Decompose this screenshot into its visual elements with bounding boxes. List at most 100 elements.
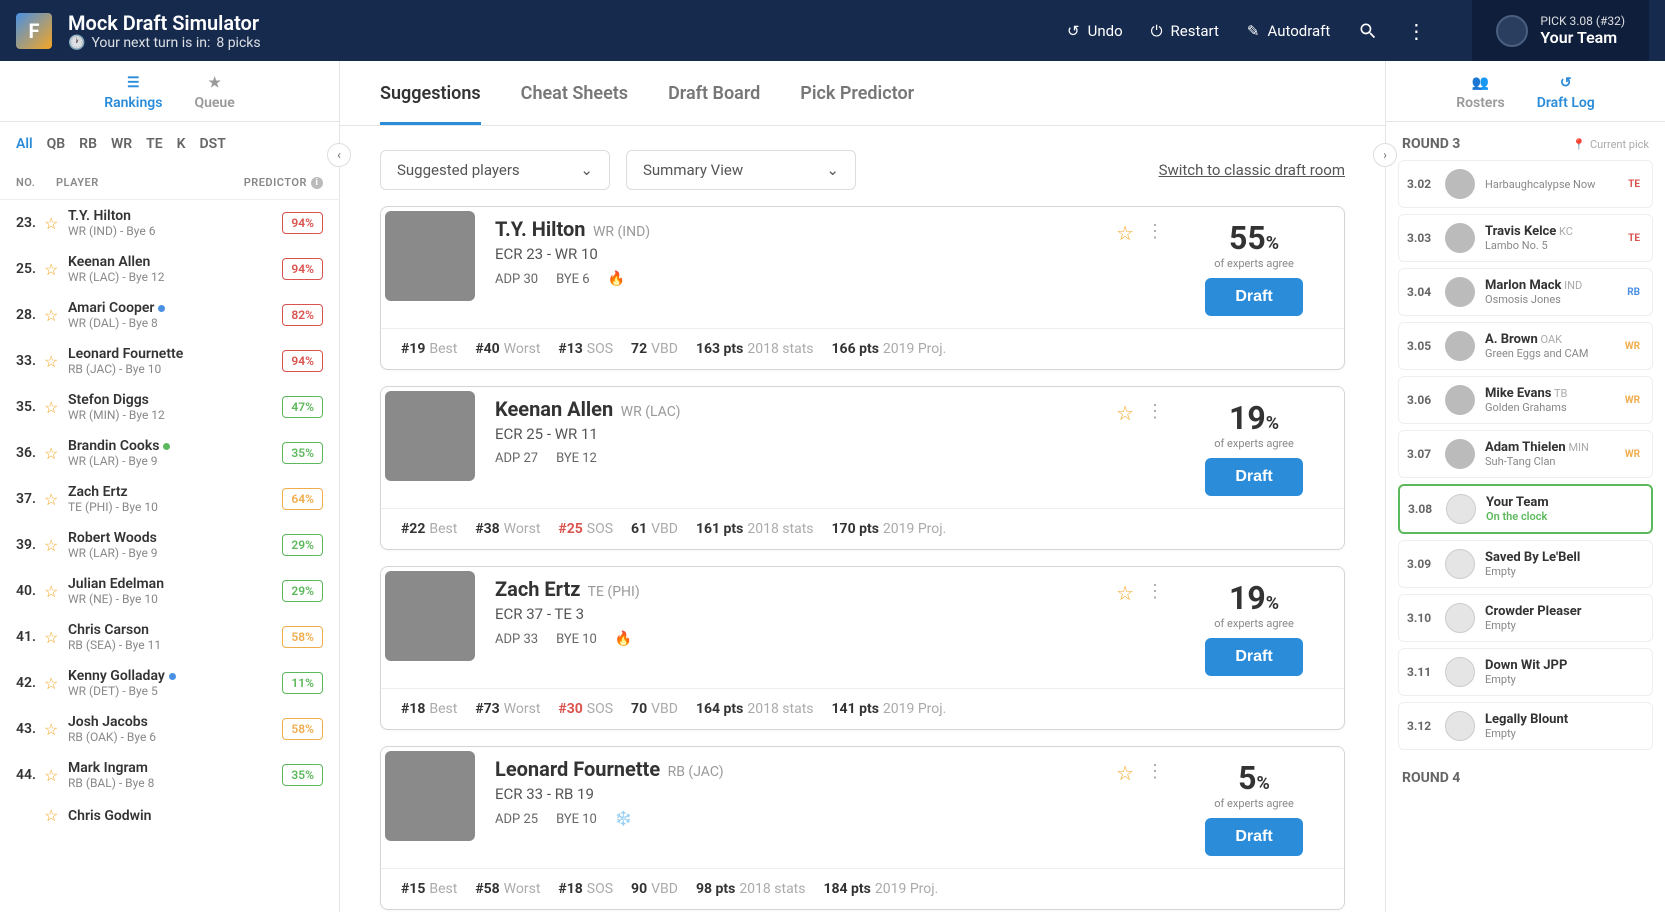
pick-player-name: Your Team (1486, 495, 1643, 510)
pick-row[interactable]: 3.07 Adam Thielen MIN Suh-Tang Clan WR (1398, 430, 1653, 478)
stat-item: 72VBD (631, 341, 678, 357)
player-row[interactable]: 25. ☆ Keenan Allen WR (LAC) - Bye 12 94% (0, 246, 339, 292)
predictor-badge: 29% (282, 534, 323, 556)
pick-row[interactable]: 3.06 Mike Evans TB Golden Grahams WR (1398, 376, 1653, 424)
player-row[interactable]: 40. ☆ Julian Edelman WR (NE) - Bye 10 29… (0, 568, 339, 614)
position-filter-wr[interactable]: WR (111, 136, 132, 152)
player-row[interactable]: 43. ☆ Josh Jacobs RB (OAK) - Bye 6 58% (0, 706, 339, 752)
draft-button[interactable]: Draft (1205, 818, 1302, 856)
current-pick-link[interactable]: 📍 Current pick (1572, 138, 1649, 151)
tab-pick-predictor[interactable]: Pick Predictor (800, 83, 914, 125)
collapse-left-button[interactable]: ‹ (327, 143, 351, 167)
tab-rosters[interactable]: 👥 Rosters (1456, 75, 1505, 111)
pick-row[interactable]: 3.02 Harbaughcalypse Now TE (1398, 160, 1653, 208)
pick-row[interactable]: 3.09 Saved By Le'Bell Empty (1398, 540, 1653, 588)
info-icon[interactable]: i (311, 177, 323, 189)
draft-log-panel: 👥 Rosters ↺ Draft Log ROUND 3 📍 Current … (1385, 61, 1665, 912)
player-row[interactable]: 42. ☆ Kenny Golladay WR (DET) - Bye 5 11… (0, 660, 339, 706)
pick-row[interactable]: 3.10 Crowder Pleaser Empty (1398, 594, 1653, 642)
card-menu-icon[interactable]: ⋮ (1146, 761, 1164, 782)
favorite-star-icon[interactable]: ☆ (44, 306, 64, 325)
pick-row[interactable]: 3.11 Down Wit JPP Empty (1398, 648, 1653, 696)
favorite-star-icon[interactable]: ☆ (44, 352, 64, 371)
player-meta: RB (BAL) - Bye 8 (68, 776, 282, 790)
position-filter-te[interactable]: TE (146, 136, 163, 152)
favorite-star-icon[interactable]: ☆ (1116, 581, 1134, 605)
player-rank: 44. (16, 767, 44, 783)
card-menu-icon[interactable]: ⋮ (1146, 401, 1164, 422)
tab-queue[interactable]: ★ Queue (194, 75, 234, 111)
tab-cheat-sheets[interactable]: Cheat Sheets (521, 83, 628, 125)
view-dropdown[interactable]: Summary View ⌄ (626, 150, 856, 190)
card-menu-icon[interactable]: ⋮ (1146, 221, 1164, 242)
favorite-star-icon[interactable]: ☆ (44, 628, 64, 647)
suggested-players-dropdown[interactable]: Suggested players ⌄ (380, 150, 610, 190)
pick-number: 3.06 (1407, 393, 1435, 407)
favorite-star-icon[interactable]: ☆ (44, 536, 64, 555)
undo-button[interactable]: ↺ Undo (1067, 22, 1123, 40)
pick-row[interactable]: 3.05 A. Brown OAK Green Eggs and CAM WR (1398, 322, 1653, 370)
pick-row[interactable]: 3.03 Travis Kelce KC Lambo No. 5 TE (1398, 214, 1653, 262)
position-filter-all[interactable]: All (16, 136, 33, 152)
player-row[interactable]: 36. ☆ Brandin Cooks WR (LAR) - Bye 9 35% (0, 430, 339, 476)
pick-avatar (1445, 169, 1475, 199)
position-filter-dst[interactable]: DST (200, 136, 226, 152)
tab-rankings[interactable]: ☰ Rankings (104, 75, 162, 111)
player-row[interactable]: ☆ Chris Godwin (0, 798, 339, 833)
player-row[interactable]: 44. ☆ Mark Ingram RB (BAL) - Bye 8 35% (0, 752, 339, 798)
pick-row[interactable]: 3.12 Legally Blount Empty (1398, 702, 1653, 750)
list-header: NO. PLAYER PREDICTOR i (0, 166, 339, 200)
search-icon[interactable] (1358, 21, 1378, 41)
restart-button[interactable]: ⏻ Restart (1151, 22, 1219, 40)
player-row[interactable]: 41. ☆ Chris Carson RB (SEA) - Bye 11 58% (0, 614, 339, 660)
favorite-star-icon[interactable]: ☆ (44, 720, 64, 739)
player-row[interactable]: 23. ☆ T.Y. Hilton WR (IND) - Bye 6 94% (0, 200, 339, 246)
pick-team-name: Harbaughcalypse Now (1485, 178, 1614, 191)
favorite-star-icon[interactable]: ☆ (44, 582, 64, 601)
kebab-menu-icon[interactable]: ⋮ (1406, 19, 1424, 43)
classic-draft-link[interactable]: Switch to classic draft room (1159, 161, 1345, 179)
player-row[interactable]: 28. ☆ Amari Cooper WR (DAL) - Bye 8 82% (0, 292, 339, 338)
pick-row[interactable]: 3.08 Your Team On the clock (1398, 484, 1653, 534)
snowflake-icon: ❄️ (615, 811, 632, 827)
favorite-star-icon[interactable]: ☆ (1116, 401, 1134, 425)
player-list[interactable]: 23. ☆ T.Y. Hilton WR (IND) - Bye 6 94% 2… (0, 200, 339, 912)
player-name: Stefon Diggs (68, 392, 282, 408)
favorite-star-icon[interactable]: ☆ (1116, 761, 1134, 785)
tab-draft-board[interactable]: Draft Board (668, 83, 760, 125)
tab-draft-log[interactable]: ↺ Draft Log (1537, 75, 1595, 111)
position-filter-k[interactable]: K (177, 136, 186, 152)
collapse-right-button[interactable]: › (1373, 143, 1397, 167)
pick-row[interactable]: 3.04 Marlon Mack IND Osmosis Jones RB (1398, 268, 1653, 316)
card-menu-icon[interactable]: ⋮ (1146, 581, 1164, 602)
your-team-button[interactable]: PICK 3.08 (#32) Your Team (1472, 0, 1649, 61)
player-row[interactable]: 39. ☆ Robert Woods WR (LAR) - Bye 9 29% (0, 522, 339, 568)
player-rank: 39. (16, 537, 44, 553)
position-filter-rb[interactable]: RB (79, 136, 97, 152)
player-meta: RB (OAK) - Bye 6 (68, 730, 282, 744)
favorite-star-icon[interactable]: ☆ (44, 674, 64, 693)
player-row[interactable]: 33. ☆ Leonard Fournette RB (JAC) - Bye 1… (0, 338, 339, 384)
autodraft-button[interactable]: ✎ Autodraft (1247, 22, 1330, 40)
card-ecr: ECR 23 - WR 10 (495, 245, 1080, 263)
tab-suggestions[interactable]: Suggestions (380, 83, 481, 125)
favorite-star-icon[interactable]: ☆ (44, 398, 64, 417)
draft-button[interactable]: Draft (1205, 638, 1302, 676)
draft-button[interactable]: Draft (1205, 278, 1302, 316)
position-filter-qb[interactable]: QB (47, 136, 66, 152)
favorite-star-icon[interactable]: ☆ (44, 766, 64, 785)
stat-item: 61VBD (631, 521, 678, 537)
player-row[interactable]: 35. ☆ Stefon Diggs WR (MIN) - Bye 12 47% (0, 384, 339, 430)
draft-button[interactable]: Draft (1205, 458, 1302, 496)
star-icon: ★ (208, 75, 221, 91)
favorite-star-icon[interactable]: ☆ (1116, 221, 1134, 245)
player-row[interactable]: 37. ☆ Zach Ertz TE (PHI) - Bye 10 64% (0, 476, 339, 522)
favorite-star-icon[interactable]: ☆ (44, 214, 64, 233)
stat-item: 163 pts2018 stats (696, 341, 814, 357)
favorite-star-icon[interactable]: ☆ (44, 490, 64, 509)
favorite-star-icon[interactable]: ☆ (44, 260, 64, 279)
predictor-badge: 29% (282, 580, 323, 602)
pick-player-name: Mike Evans TB (1485, 386, 1611, 401)
favorite-star-icon[interactable]: ☆ (44, 806, 64, 825)
favorite-star-icon[interactable]: ☆ (44, 444, 64, 463)
